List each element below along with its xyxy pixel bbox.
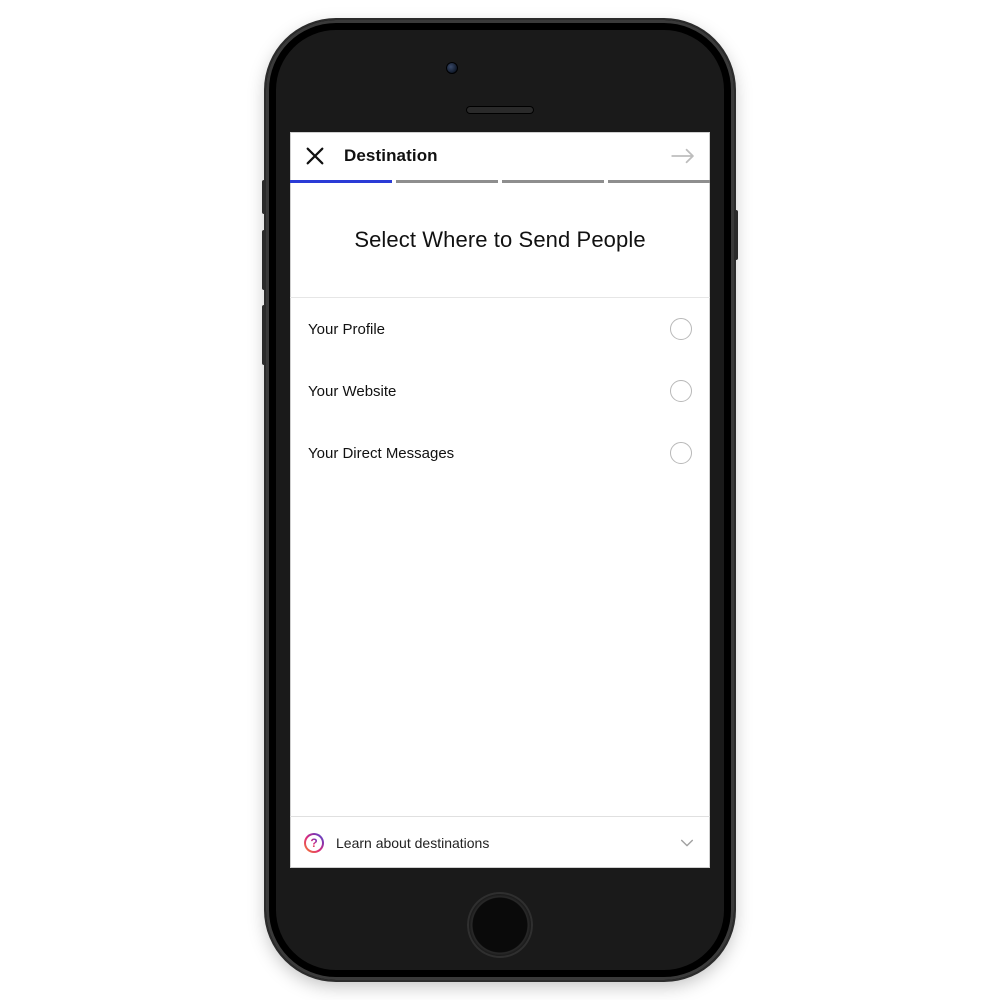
option-label: Your Profile [308, 321, 385, 338]
expand-help[interactable] [678, 834, 696, 852]
phone-top-bezel [266, 20, 734, 132]
volume-up-button [262, 230, 266, 290]
mute-switch [262, 180, 266, 214]
section-heading: Select Where to Send People [310, 227, 690, 253]
arrow-right-icon [670, 147, 696, 165]
volume-down-button [262, 305, 266, 365]
hero-section: Select Where to Send People [290, 183, 710, 298]
front-camera [446, 62, 458, 74]
option-label: Your Direct Messages [308, 445, 454, 462]
content-area: Select Where to Send People Your Profile… [290, 183, 710, 868]
close-icon [304, 145, 326, 167]
help-label: Learn about destinations [336, 835, 489, 851]
radio-icon [670, 442, 692, 464]
help-glyph: ? [310, 837, 317, 849]
earpiece-speaker [466, 106, 534, 114]
help-footer[interactable]: ? Learn about destinations [290, 816, 710, 868]
destination-options: Your Profile Your Website Your Direct Me… [290, 298, 710, 484]
screen: Destination Select Where to Send People [290, 132, 710, 868]
nav-header: Destination [290, 132, 710, 180]
help-icon: ? [304, 833, 324, 853]
option-your-direct-messages[interactable]: Your Direct Messages [308, 422, 692, 484]
close-button[interactable] [304, 145, 326, 167]
power-button [734, 210, 738, 260]
phone-frame: Destination Select Where to Send People [266, 20, 734, 980]
radio-icon [670, 318, 692, 340]
spacer [290, 484, 710, 816]
option-your-profile[interactable]: Your Profile [308, 298, 692, 360]
radio-icon [670, 380, 692, 402]
page-title: Destination [344, 146, 438, 166]
option-label: Your Website [308, 383, 396, 400]
home-button[interactable] [467, 892, 533, 958]
chevron-down-icon [679, 835, 695, 851]
option-your-website[interactable]: Your Website [308, 360, 692, 422]
next-button[interactable] [670, 146, 696, 166]
